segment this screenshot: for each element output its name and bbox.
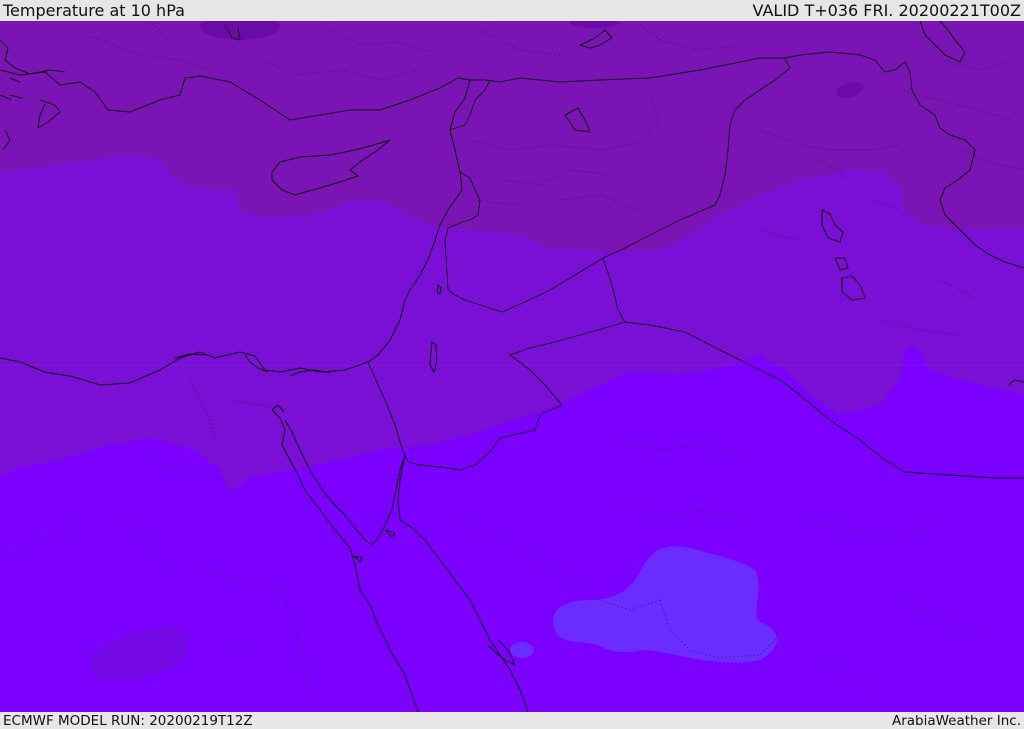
footer-bar: ECMWF MODEL RUN: 20200219T12Z ArabiaWeat… — [0, 712, 1024, 729]
credit: ArabiaWeather Inc. — [891, 712, 1021, 729]
map-title: Temperature at 10 hPa — [3, 1, 185, 20]
model-run: ECMWF MODEL RUN: 20200219T12Z — [3, 712, 253, 729]
patch-blue-small — [510, 642, 534, 658]
header-bar: Temperature at 10 hPa VALID T+036 FRI. 2… — [0, 0, 1024, 21]
valid-time: VALID T+036 FRI. 20200221T00Z — [752, 1, 1021, 20]
temperature-map — [0, 21, 1024, 712]
